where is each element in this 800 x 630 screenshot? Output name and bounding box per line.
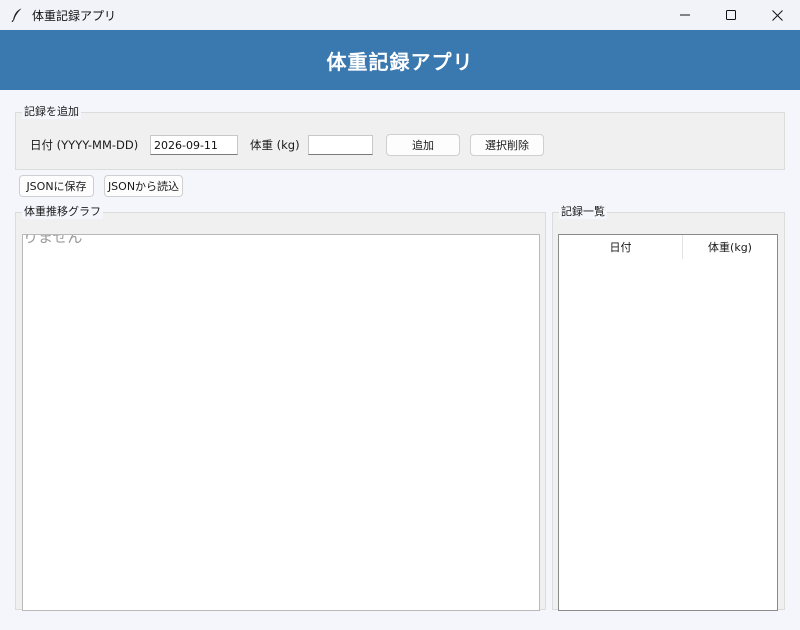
weight-graph-group: 体重推移グラフ りません — [15, 205, 546, 611]
records-list-group: 記録一覧 日付 体重(kg) — [552, 205, 785, 611]
records-table-header: 日付 体重(kg) — [559, 235, 777, 259]
add-button[interactable]: 追加 — [386, 134, 460, 156]
save-json-button[interactable]: JSONに保存 — [19, 175, 94, 197]
close-button[interactable] — [754, 0, 800, 30]
load-json-button[interactable]: JSONから読込 — [104, 175, 183, 197]
maximize-icon — [726, 10, 736, 20]
column-header-weight[interactable]: 体重(kg) — [683, 235, 777, 259]
add-record-legend: 記録を追加 — [22, 105, 81, 119]
weight-input[interactable] — [308, 135, 373, 155]
column-header-date[interactable]: 日付 — [559, 235, 683, 259]
window-controls — [662, 0, 800, 30]
minimize-icon — [680, 14, 690, 16]
graph-empty-message: りません — [23, 234, 83, 246]
close-icon — [771, 9, 783, 21]
app-header: 体重記録アプリ — [0, 30, 800, 90]
records-list-legend: 記録一覧 — [559, 205, 607, 219]
feather-icon — [10, 8, 24, 22]
window-titlebar: 体重記録アプリ — [0, 0, 800, 30]
add-record-group: 記録を追加 日付 (YYYY-MM-DD) 体重 (kg) 追加 選択削除 — [15, 105, 785, 170]
records-table[interactable]: 日付 体重(kg) — [558, 234, 778, 611]
delete-selected-button[interactable]: 選択削除 — [470, 134, 544, 156]
weight-graph-legend: 体重推移グラフ — [22, 205, 103, 219]
app-title: 体重記録アプリ — [326, 49, 474, 74]
date-input[interactable] — [150, 135, 238, 155]
window-title: 体重記録アプリ — [32, 8, 117, 23]
date-label: 日付 (YYYY-MM-DD) — [30, 138, 139, 152]
weight-graph-canvas: りません — [22, 234, 540, 611]
maximize-button[interactable] — [708, 0, 754, 30]
minimize-button[interactable] — [662, 0, 708, 30]
weight-label: 体重 (kg) — [250, 138, 300, 152]
